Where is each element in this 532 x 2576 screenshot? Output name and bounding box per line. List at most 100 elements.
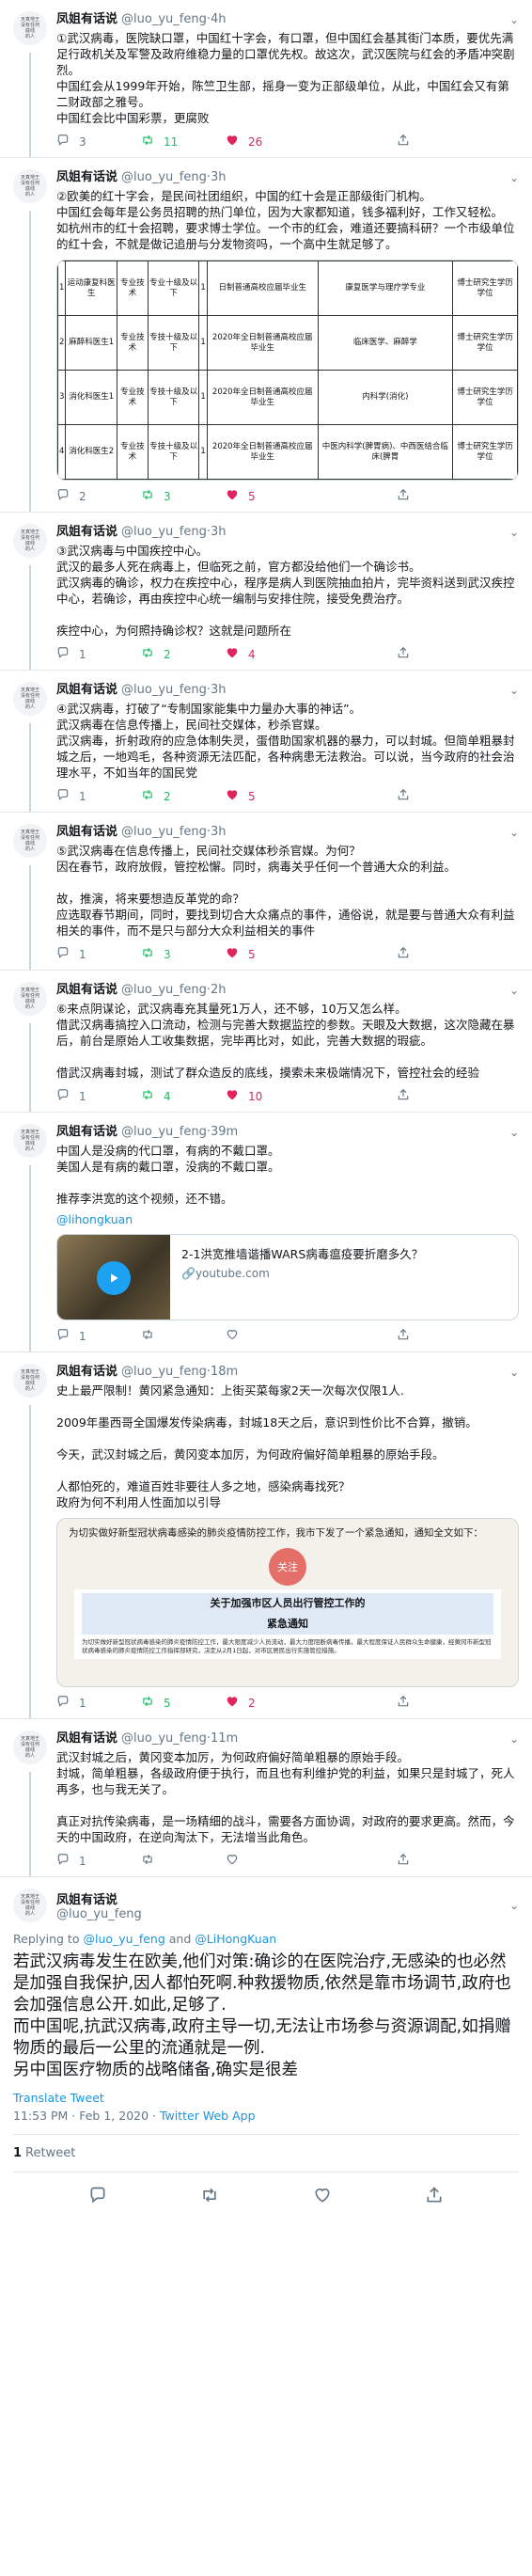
user-handle[interactable]: @luo_yu_feng (121, 524, 207, 541)
chevron-down-icon[interactable]: ⌄ (509, 1124, 519, 1141)
display-name[interactable]: 凤姐有话说 (56, 1731, 117, 1747)
display-name[interactable]: 凤姐有话说 (56, 682, 117, 699)
retweet-button[interactable]: 2 (141, 646, 226, 662)
thread-tweet[interactable]: 天真地王 没有任何 底线 的人 凤姐有话说 @luo_yu_feng · 3h ⌄ ②欧美的红… (0, 158, 532, 513)
like-button[interactable]: 10 (226, 1088, 310, 1104)
youtube-link-card[interactable]: 2-1洪宽推墙谐播WARS病毒瘟疫要折磨多久？ 🔗 youtube.com (56, 1234, 519, 1320)
display-name[interactable]: 凤姐有话说 (56, 11, 117, 28)
tweet-stats[interactable]: 1 Retweet (13, 2135, 519, 2173)
timestamp[interactable]: 11:53 PM · Feb 1, 2020 (13, 2109, 149, 2123)
avatar[interactable]: 天真地王 没有任何 底线 的人 (13, 982, 47, 1016)
avatar[interactable]: 天真地王 没有任何 底线 的人 (13, 682, 47, 716)
source-link[interactable]: Twitter Web App (160, 2109, 256, 2123)
reply-button[interactable]: 1 (56, 1088, 141, 1104)
reply-button[interactable]: 1 (56, 788, 141, 804)
display-name[interactable]: 凤姐有话说 (56, 1364, 117, 1381)
tweet-time[interactable]: 11m (211, 1731, 238, 1747)
avatar[interactable]: 天真地王 没有任何 底线 的人 (13, 824, 47, 858)
chevron-down-icon[interactable]: ⌄ (509, 11, 519, 28)
tweet-time[interactable]: 39m (211, 1124, 238, 1141)
thread-tweet[interactable]: 天真地王 没有任何 底线 的人 凤姐有话说 @luo_yu_feng · 11m ⌄ 武汉封城… (0, 1719, 532, 1877)
replying-link-1[interactable]: @luo_yu_feng (83, 1932, 164, 1946)
reply-button[interactable]: 1 (56, 1695, 141, 1711)
tweet-time[interactable]: 3h (211, 824, 227, 841)
tweet-time[interactable]: 3h (211, 524, 227, 541)
chevron-down-icon[interactable]: ⌄ (509, 982, 519, 999)
user-handle[interactable]: @luo_yu_feng (121, 1124, 207, 1141)
tweet-time[interactable]: 3h (211, 682, 227, 699)
tweet-time[interactable]: 2h (211, 982, 227, 999)
tweet-time[interactable]: 4h (211, 11, 227, 28)
share-button[interactable] (397, 946, 481, 962)
thread-tweet[interactable]: 天真地王 没有任何 底线 的人 凤姐有话说 @luo_yu_feng · 3h ⌄ ③武汉病毒… (0, 513, 532, 671)
retweet-button[interactable]: 11 (141, 134, 226, 150)
replying-link-2[interactable]: @LiHongKuan (195, 1932, 276, 1946)
user-handle[interactable]: @luo_yu_feng (121, 824, 207, 841)
avatar[interactable]: 天真地王 没有任何 底线 的人 (13, 169, 47, 203)
avatar[interactable]: 天真地王 没有任何 底线 的人 (13, 1889, 47, 1922)
user-handle[interactable]: @luo_yu_feng (121, 11, 207, 28)
retweet-button[interactable]: 5 (141, 1695, 226, 1711)
display-name[interactable]: 凤姐有话说 (56, 824, 117, 841)
reply-button[interactable]: 1 (56, 1328, 141, 1344)
thread-tweet[interactable]: 天真地王 没有任何 底线 的人 凤姐有话说 @luo_yu_feng · 3h ⌄ ④武汉病毒… (0, 671, 532, 813)
like-button[interactable] (226, 1328, 310, 1344)
display-name[interactable]: 凤姐有话说 (56, 1124, 117, 1141)
share-icon[interactable] (425, 2186, 444, 2208)
like-button[interactable]: 5 (226, 488, 310, 504)
share-button[interactable] (397, 1853, 481, 1869)
retweet-icon[interactable] (200, 2186, 219, 2208)
play-icon[interactable] (97, 1261, 131, 1295)
user-handle[interactable]: @luo_yu_feng (121, 982, 207, 999)
reply-button[interactable]: 3 (56, 134, 141, 150)
job-table-image[interactable]: 1 运动康复科医生 专业技术 专业十级及以下 1 日制普通高校应届毕业生 康复医学与理疗学专… (56, 260, 519, 481)
thread-tweet[interactable]: 天真地王 没有任何 底线 的人 凤姐有话说 @luo_yu_feng · 2h ⌄ ⑥来点阴谋… (0, 971, 532, 1113)
avatar[interactable]: 天真地王 没有任何 底线 的人 (13, 1124, 47, 1158)
thread-tweet[interactable]: 天真地王 没有任何 底线 的人 凤姐有话说 @luo_yu_feng · 18m ⌄ 史上最严… (0, 1352, 532, 1719)
thread-tweet[interactable]: 天真地王 没有任何 底线 的人 凤姐有话说 @luo_yu_feng · 39m ⌄ 中国人是… (0, 1113, 532, 1352)
chevron-down-icon[interactable]: ⌄ (509, 824, 519, 841)
user-handle[interactable]: @luo_yu_feng (121, 1364, 207, 1381)
thread-tweet[interactable]: 天真地王 没有任何 底线 的人 凤姐有话说 @luo_yu_feng · 4h ⌄ ①武汉病毒… (0, 0, 532, 158)
notice-image[interactable]: 为切实做好新型冠状病毒感染的肺炎疫情防控工作，我市下发了一个紧急通知，通知全文如… (56, 1518, 519, 1687)
tweet-time[interactable]: 18m (211, 1364, 238, 1381)
share-button[interactable] (397, 1328, 481, 1344)
display-name[interactable]: 凤姐有话说 (56, 982, 117, 999)
retweet-button[interactable]: 4 (141, 1088, 226, 1104)
chevron-down-icon[interactable]: ⌄ (509, 1899, 519, 1912)
display-name[interactable]: 凤姐有话说 (56, 524, 117, 541)
chevron-down-icon[interactable]: ⌄ (509, 169, 519, 186)
chevron-down-icon[interactable]: ⌄ (509, 524, 519, 541)
tweet-time[interactable]: 3h (211, 169, 227, 186)
like-button[interactable]: 5 (226, 946, 310, 962)
reply-button[interactable]: 1 (56, 946, 141, 962)
like-button[interactable]: 4 (226, 646, 310, 662)
reply-button[interactable]: 1 (56, 646, 141, 662)
reply-icon[interactable] (88, 2186, 107, 2208)
share-button[interactable] (397, 788, 481, 804)
avatar[interactable]: 天真地王 没有任何 底线 的人 (13, 1364, 47, 1398)
chevron-down-icon[interactable]: ⌄ (509, 1731, 519, 1747)
like-button[interactable]: 5 (226, 788, 310, 804)
avatar[interactable]: 天真地王 没有任何 底线 的人 (13, 11, 47, 45)
avatar[interactable]: 天真地王 没有任何 底线 的人 (13, 524, 47, 558)
display-name[interactable]: 凤姐有话说 (56, 169, 117, 186)
reply-button[interactable]: 2 (56, 488, 141, 504)
display-name[interactable]: 凤姐有话说 (56, 1889, 142, 1907)
retweet-button[interactable] (141, 1853, 226, 1869)
user-handle[interactable]: @luo_yu_feng (121, 169, 207, 186)
share-button[interactable] (397, 1088, 481, 1104)
chevron-down-icon[interactable]: ⌄ (509, 1364, 519, 1381)
chevron-down-icon[interactable]: ⌄ (509, 682, 519, 699)
retweet-button[interactable]: 3 (141, 946, 226, 962)
share-button[interactable] (397, 488, 481, 504)
retweet-button[interactable] (141, 1328, 226, 1344)
avatar[interactable]: 天真地王 没有任何 底线 的人 (13, 1731, 47, 1764)
like-icon[interactable] (313, 2186, 332, 2208)
mention-link[interactable]: @lihongkuan (56, 1212, 519, 1226)
user-handle[interactable]: @luo_yu_feng (121, 1731, 207, 1747)
retweet-button[interactable]: 2 (141, 788, 226, 804)
share-button[interactable] (397, 1695, 481, 1711)
user-handle[interactable]: @luo_yu_feng (121, 682, 207, 699)
share-button[interactable] (397, 646, 481, 662)
